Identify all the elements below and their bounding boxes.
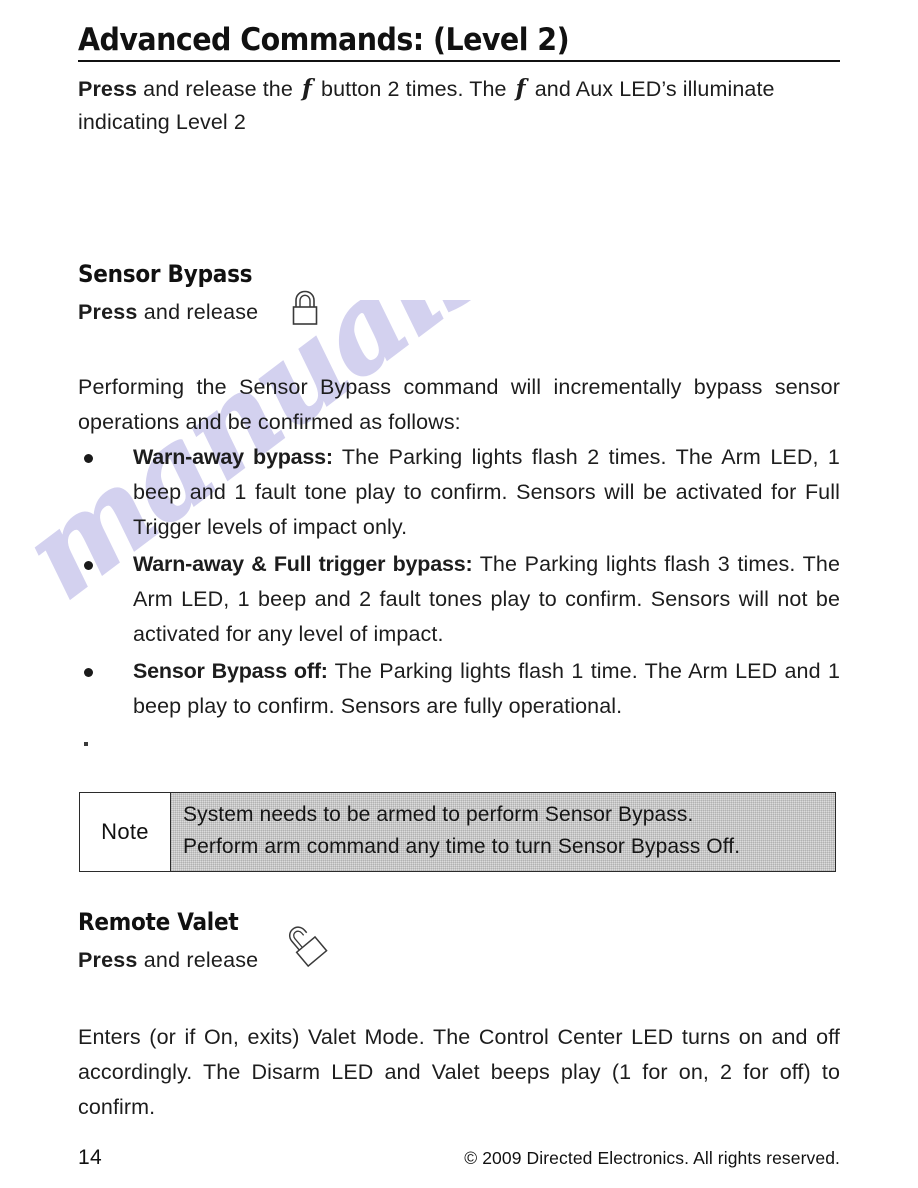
note-label: Note [101, 819, 149, 844]
sensor-bypass-intro-paragraph: Performing the Sensor Bypass command wil… [78, 375, 840, 434]
bullet-dot-icon [84, 561, 93, 570]
section-heading-remote-valet: Remote Valet [78, 908, 239, 936]
intro-paragraph: Press and release the f button 2 times. … [78, 72, 840, 139]
note-line: System needs to be armed to perform Sens… [183, 803, 694, 826]
intro-text-1: and release the [137, 77, 299, 101]
release-label-remote-valet: and release [137, 948, 259, 972]
list-item-lead: Sensor Bypass off: [133, 659, 328, 683]
title-underline-rule [78, 60, 840, 62]
note-body-cell: System needs to be armed to perform Sens… [170, 793, 835, 871]
list-item-text: Warn-away bypass: The Parking lights fla… [133, 440, 840, 545]
press-label-sensor-bypass: Press [78, 300, 138, 324]
lock-closed-icon [292, 290, 318, 325]
page-title: Advanced Commands: (Level 2) [78, 22, 570, 58]
remote-valet-paragraph: Enters (or if On, exits) Valet Mode. The… [78, 1025, 840, 1119]
f-symbol-icon: f [301, 75, 312, 102]
copyright-notice: © 2009 Directed Electronics. All rights … [464, 1148, 840, 1168]
list-item: Sensor Bypass off: The Parking lights fl… [78, 654, 840, 724]
f-symbol-icon-2: f [515, 75, 526, 102]
list-item-lead: Warn-away & Full trigger bypass: [133, 552, 473, 576]
list-item-text: Sensor Bypass off: The Parking lights fl… [133, 654, 840, 724]
manual-page: manualshive.com Advanced Commands: (Leve… [0, 0, 918, 1188]
intro-text-2: button 2 times. The [314, 77, 513, 101]
list-item: Warn-away & Full trigger bypass: The Par… [78, 547, 840, 652]
remote-valet-press-line: Press and release [78, 948, 258, 973]
bullet-dot-icon [84, 668, 93, 677]
intro-press-label: Press [78, 77, 138, 101]
list-item: Warn-away bypass: The Parking lights fla… [78, 440, 840, 545]
list-item-text: Warn-away & Full trigger bypass: The Par… [133, 547, 840, 652]
note-label-cell: Note [80, 793, 170, 871]
section-heading-sensor-bypass: Sensor Bypass [78, 260, 253, 288]
note-box: Note System needs to be armed to perform… [79, 792, 836, 872]
page-content: Advanced Commands: (Level 2) Press and r… [0, 0, 918, 1188]
page-footer: 14 © 2009 Directed Electronics. All righ… [78, 1146, 840, 1170]
page-number: 14 [78, 1146, 102, 1169]
lock-open-icon [288, 926, 328, 968]
press-label-remote-valet: Press [78, 948, 138, 972]
sensor-bypass-bullet-list: Warn-away bypass: The Parking lights fla… [78, 440, 840, 726]
stray-period-mark [84, 742, 88, 746]
sensor-bypass-press-line: Press and release [78, 300, 258, 325]
note-line: Perform arm command any time to turn Sen… [183, 835, 741, 858]
release-label-sensor-bypass: and release [137, 300, 259, 324]
bullet-dot-icon [84, 454, 93, 463]
list-item-lead: Warn-away bypass: [133, 445, 333, 469]
